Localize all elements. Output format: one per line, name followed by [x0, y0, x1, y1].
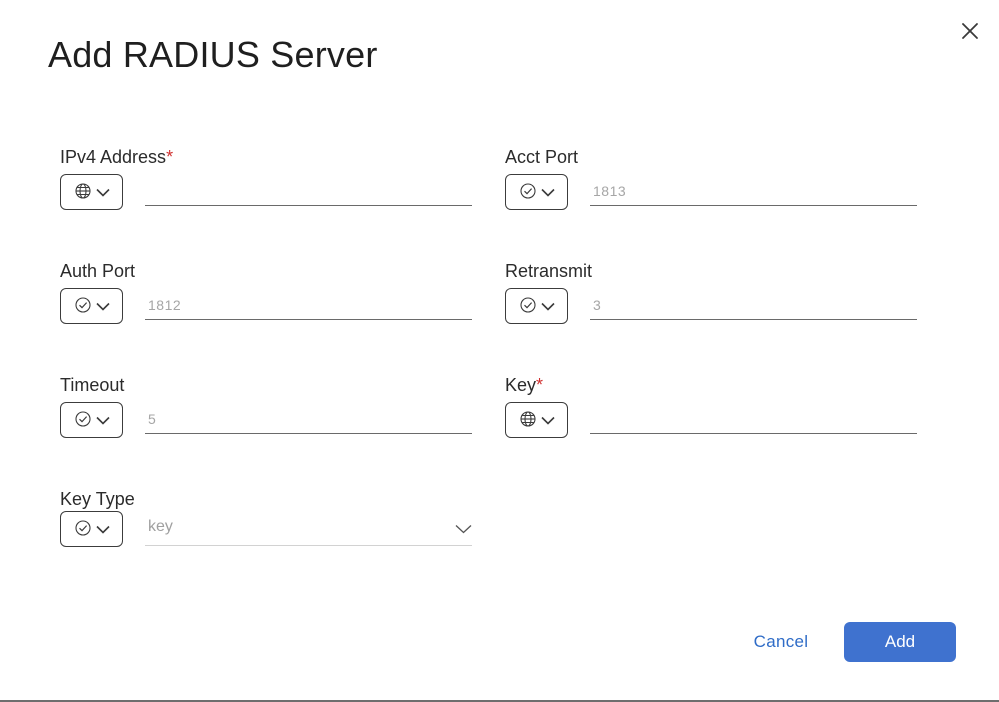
key-label: Key*	[505, 375, 544, 395]
ipv4-address-label: IPv4 Address*	[60, 147, 174, 167]
chevron-down-icon	[541, 188, 555, 197]
check-circle-icon	[75, 297, 91, 313]
check-circle-icon	[75, 520, 91, 536]
key-scope-dropdown[interactable]	[505, 402, 568, 438]
required-mark: *	[536, 375, 544, 395]
key-type-label: Key Type	[60, 489, 135, 509]
cancel-button[interactable]: Cancel	[742, 622, 820, 662]
required-mark: *	[166, 147, 174, 167]
add-radius-server-dialog: Add RADIUS Server IPv4 Address* Acct Por…	[0, 0, 999, 702]
chevron-down-icon	[96, 302, 110, 311]
timeout-field: Timeout	[60, 374, 480, 454]
close-icon	[962, 23, 978, 39]
auth-port-field: Auth Port	[60, 260, 480, 340]
acct-port-scope-dropdown[interactable]	[505, 174, 568, 210]
ipv4-address-input[interactable]	[145, 176, 472, 206]
retransmit-label: Retransmit	[505, 261, 593, 281]
check-circle-icon	[520, 297, 536, 313]
acct-port-input[interactable]	[590, 176, 917, 206]
key-type-scope-dropdown[interactable]	[60, 511, 123, 547]
chevron-down-icon	[96, 416, 110, 425]
globe-icon	[75, 183, 91, 199]
retransmit-scope-dropdown[interactable]	[505, 288, 568, 324]
chevron-down-icon	[455, 525, 472, 534]
key-type-selected-value: key	[148, 518, 173, 535]
timeout-scope-dropdown[interactable]	[60, 402, 123, 438]
check-circle-icon	[75, 411, 91, 427]
chevron-down-icon	[96, 525, 110, 534]
key-type-select[interactable]: key	[145, 512, 472, 546]
retransmit-input[interactable]	[590, 290, 917, 320]
ipv4-scope-dropdown[interactable]	[60, 174, 123, 210]
globe-icon	[520, 411, 536, 427]
key-field: Key*	[505, 374, 925, 454]
close-button[interactable]	[958, 19, 982, 43]
chevron-down-icon	[541, 302, 555, 311]
key-input[interactable]	[590, 404, 917, 434]
acct-port-label: Acct Port	[505, 147, 579, 167]
timeout-label: Timeout	[60, 375, 125, 395]
ipv4-address-field: IPv4 Address*	[60, 146, 480, 226]
add-button[interactable]: Add	[844, 622, 956, 662]
auth-port-input[interactable]	[145, 290, 472, 320]
chevron-down-icon	[541, 416, 555, 425]
chevron-down-icon	[96, 188, 110, 197]
auth-port-scope-dropdown[interactable]	[60, 288, 123, 324]
check-circle-icon	[520, 183, 536, 199]
dialog-title: Add RADIUS Server	[48, 34, 378, 75]
retransmit-field: Retransmit	[505, 260, 925, 340]
auth-port-label: Auth Port	[60, 261, 136, 281]
timeout-input[interactable]	[145, 404, 472, 434]
key-type-field: Key Type key	[60, 488, 480, 568]
acct-port-field: Acct Port	[505, 146, 925, 226]
